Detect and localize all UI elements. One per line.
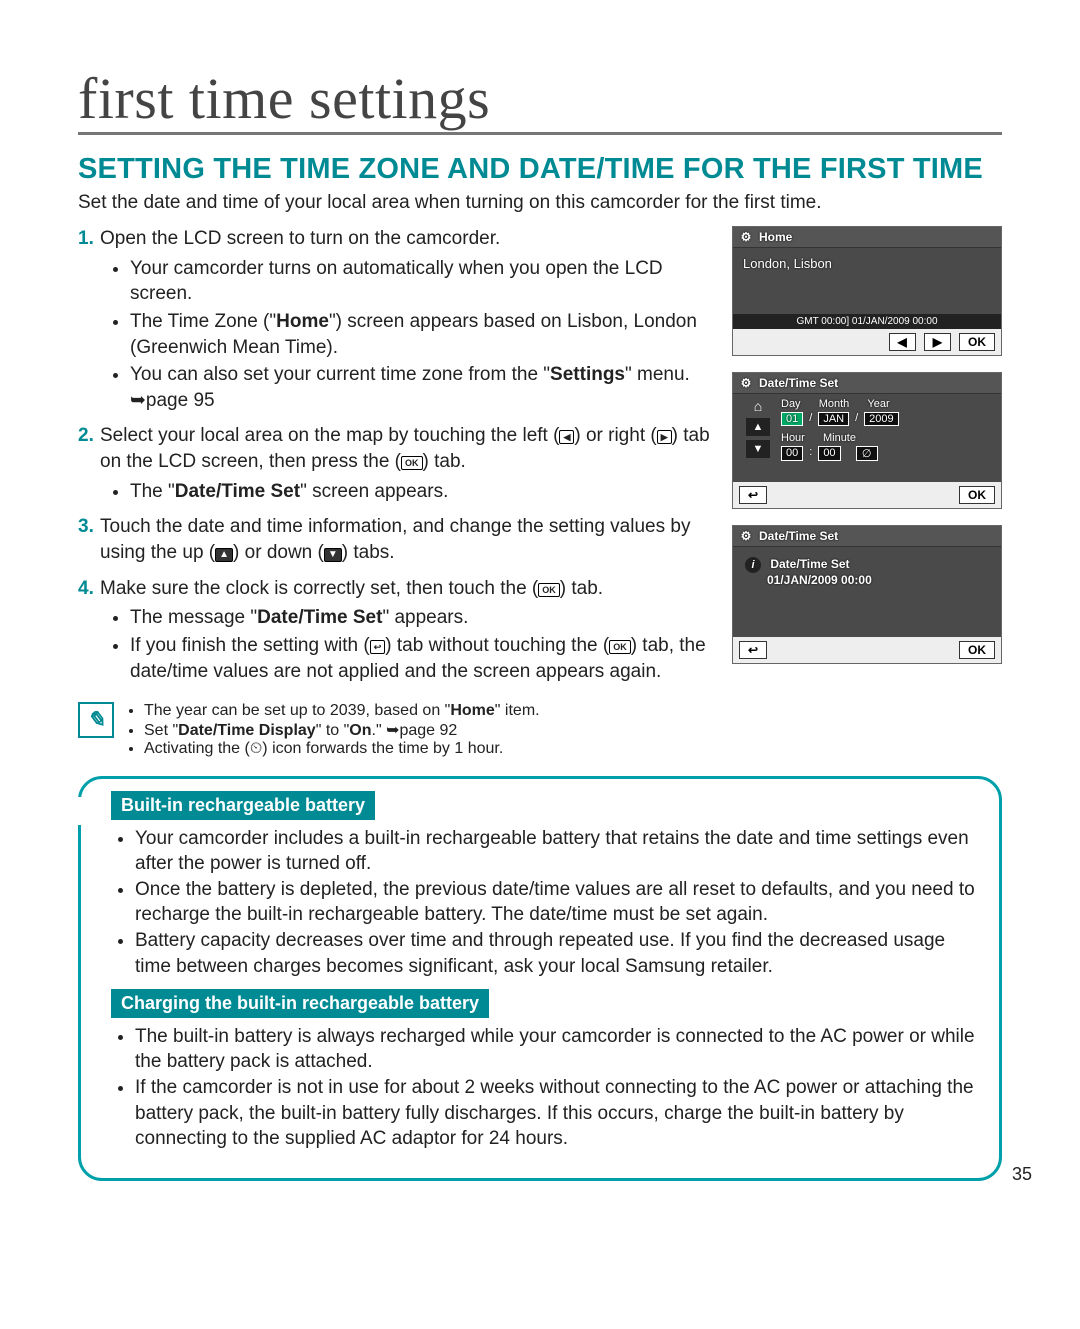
- gear-icon: ⚙: [739, 230, 753, 244]
- lcd-previews: ⚙ Home London, Lisbon GMT 00:00] 01/JAN/…: [732, 226, 1002, 664]
- info-icon: i: [745, 557, 761, 573]
- list-item: The built-in battery is always recharged…: [135, 1024, 979, 1075]
- page-number: 35: [1012, 1164, 1032, 1185]
- value-year[interactable]: 2009: [864, 412, 898, 426]
- lcd-down-button[interactable]: ▼: [746, 440, 770, 458]
- lcd-datetime-set-screen: ⚙ Date/Time Set ⌂ ▲ ▼ Day Month Year: [732, 372, 1002, 509]
- step-text: Make sure the clock is correctly set, th…: [100, 578, 603, 599]
- step-sub-item: You can also set your current time zone …: [130, 362, 710, 413]
- list-item: Battery capacity decreases over time and…: [135, 928, 979, 979]
- step-text: Touch the date and time information, and…: [100, 516, 690, 563]
- notes-block: ✎ The year can be set up to 2039, based …: [78, 702, 1002, 758]
- gear-icon: ⚙: [739, 376, 753, 390]
- box1-list: Your camcorder includes a built-in recha…: [111, 826, 979, 980]
- section-title: SETTING THE TIME ZONE AND DATE/TIME FOR …: [78, 153, 1002, 186]
- steps-list: 1. Open the LCD screen to turn on the cam…: [78, 226, 710, 684]
- step-sub-item: The message "Date/Time Set" appears.: [130, 605, 710, 631]
- lcd-confirm-screen: ⚙ Date/Time Set i Date/Time Set 01/JAN/2…: [732, 525, 1002, 664]
- lcd-right-button[interactable]: ▶: [924, 333, 951, 351]
- label-year: Year: [867, 398, 889, 410]
- lcd-ok-button[interactable]: OK: [959, 641, 995, 659]
- list-item: If the camcorder is not in use for about…: [135, 1075, 979, 1152]
- lcd-back-button[interactable]: ↩: [739, 486, 767, 504]
- confirm-msg1: Date/Time Set: [770, 557, 849, 571]
- label-hour: Hour: [781, 432, 805, 444]
- step-text: Select your local area on the map by tou…: [100, 425, 710, 472]
- list-item: Once the battery is depleted, the previo…: [135, 877, 979, 928]
- confirm-msg2: 01/JAN/2009 00:00: [767, 573, 989, 587]
- lcd-dts-title: Date/Time Set: [759, 376, 838, 390]
- step-sub-item: Your camcorder turns on automatically wh…: [130, 256, 710, 307]
- step-item: 2.Select your local area on the map by t…: [78, 423, 710, 504]
- home-icon: ⌂: [754, 398, 762, 414]
- lcd-ok-button[interactable]: OK: [959, 333, 995, 351]
- step-sub-item: The "Date/Time Set" screen appears.: [130, 479, 710, 505]
- step-number: 3.: [78, 514, 94, 540]
- value-day[interactable]: 01: [781, 412, 803, 426]
- step-number: 4.: [78, 576, 94, 602]
- step-sub-item: The Time Zone ("Home") screen appears ba…: [130, 309, 710, 360]
- step-item: 1. Open the LCD screen to turn on the cam…: [78, 226, 710, 413]
- box1-title: Built-in rechargeable battery: [111, 791, 375, 819]
- lcd-status: GMT 00:00] 01/JAN/2009 00:00: [733, 314, 1001, 329]
- step-sub-item: If you finish the setting with (↩) tab w…: [130, 633, 710, 684]
- step-text: Open the LCD screen to turn on the camco…: [100, 228, 500, 249]
- step-item: 3.Touch the date and time information, a…: [78, 514, 710, 565]
- lcd-home-title: Home: [759, 230, 792, 244]
- lcd-up-button[interactable]: ▲: [746, 418, 770, 436]
- note-item: Set "Date/Time Display" to "On." ➥page 9…: [144, 720, 540, 740]
- gear-icon: ⚙: [739, 529, 753, 543]
- step-number: 2.: [78, 423, 94, 449]
- list-item: Your camcorder includes a built-in recha…: [135, 826, 979, 877]
- lcd-confirm-title: Date/Time Set: [759, 529, 838, 543]
- step-item: 4. Make sure the clock is correctly set, …: [78, 576, 710, 685]
- value-hour[interactable]: 00: [781, 446, 803, 461]
- lcd-city-label: London, Lisbon: [743, 256, 991, 271]
- lcd-back-button[interactable]: ↩: [739, 641, 767, 659]
- value-minute[interactable]: 00: [818, 446, 840, 461]
- step-number: 1.: [78, 226, 94, 252]
- note-item: Activating the (⏲) icon forwards the tim…: [144, 740, 540, 758]
- note-icon: ✎: [78, 702, 114, 738]
- battery-info-box: Built-in rechargeable battery Your camco…: [78, 776, 1002, 1181]
- dst-icon[interactable]: ∅: [856, 446, 878, 461]
- intro-text: Set the date and time of your local area…: [78, 192, 1002, 214]
- lcd-left-button[interactable]: ◀: [889, 333, 916, 351]
- note-item: The year can be set up to 2039, based on…: [144, 702, 540, 720]
- box2-list: The built-in battery is always recharged…: [111, 1024, 979, 1152]
- box2-title: Charging the built-in rechargeable batte…: [111, 989, 489, 1017]
- label-minute: Minute: [823, 432, 856, 444]
- label-month: Month: [819, 398, 850, 410]
- lcd-home-screen: ⚙ Home London, Lisbon GMT 00:00] 01/JAN/…: [732, 226, 1002, 356]
- lcd-ok-button[interactable]: OK: [959, 486, 995, 504]
- value-month[interactable]: JAN: [818, 412, 849, 426]
- label-day: Day: [781, 398, 801, 410]
- page-title: first time settings: [78, 70, 1002, 135]
